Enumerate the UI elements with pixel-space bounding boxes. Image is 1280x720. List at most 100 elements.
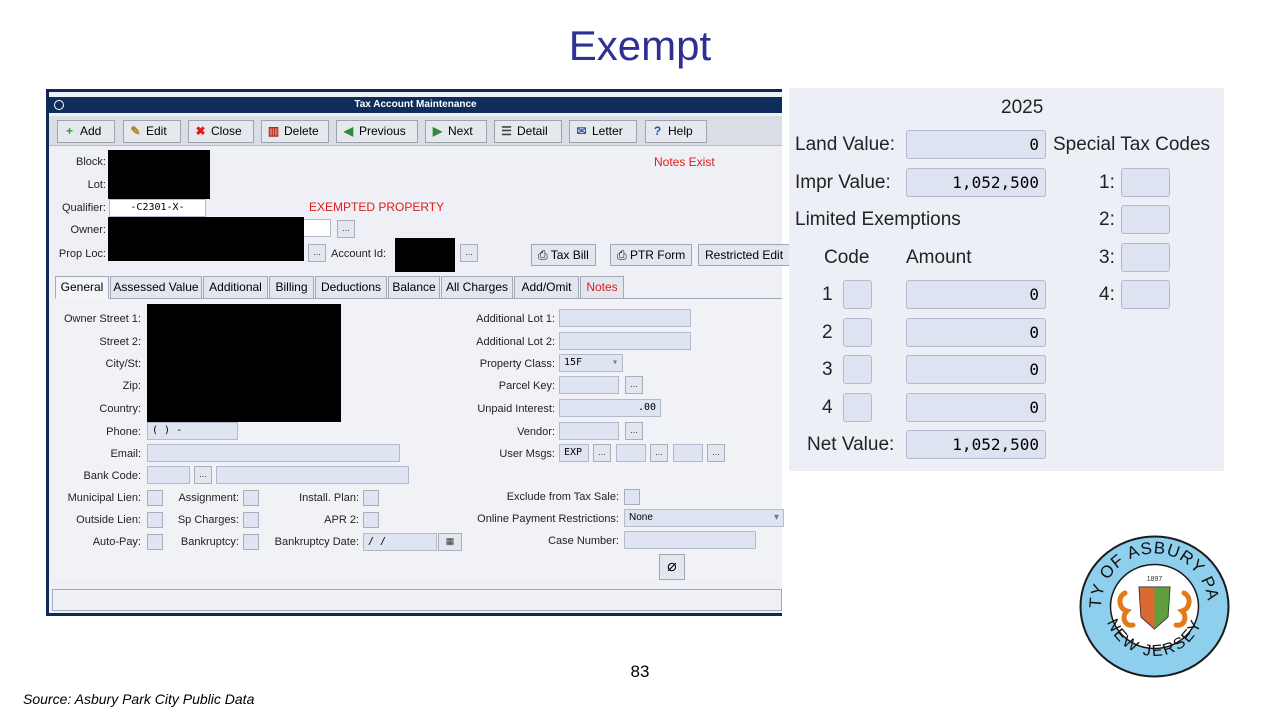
- unpaid-interest-field[interactable]: .00: [559, 399, 661, 417]
- previous-icon: ◀: [343, 124, 354, 138]
- owner-lookup-button[interactable]: ...: [337, 220, 355, 238]
- exclude-tax-sale-label: Exclude from Tax Sale:: [506, 491, 619, 503]
- special-code-3-label: 3:: [1099, 247, 1115, 268]
- vendor-lookup-button[interactable]: ...: [625, 422, 643, 440]
- letter-button[interactable]: ✉ Letter: [569, 120, 637, 143]
- phone-field[interactable]: ( ) -: [147, 422, 238, 440]
- outside-lien-label: Outside Lien:: [76, 514, 141, 526]
- close-icon: ✖: [195, 124, 206, 138]
- tab-balance[interactable]: Balance: [388, 276, 440, 299]
- land-value-label: Land Value:: [795, 134, 896, 155]
- parcel-key-lookup-button[interactable]: ...: [625, 376, 643, 394]
- next-button[interactable]: ▶ Next: [425, 120, 487, 143]
- vendor-label: Vendor:: [517, 426, 555, 438]
- phone-label: Phone:: [106, 426, 141, 438]
- user-msg2-lookup-button[interactable]: ...: [650, 444, 668, 462]
- tax-bill-button[interactable]: ⎙ Tax Bill: [531, 244, 596, 266]
- account-id-label: Account Id:: [331, 248, 387, 260]
- email-label: Email:: [110, 448, 141, 460]
- additional-lot2-field[interactable]: [559, 332, 691, 350]
- case-number-field[interactable]: [624, 531, 756, 549]
- attachment-icon[interactable]: ⌀: [659, 554, 685, 580]
- tab-general[interactable]: General: [55, 276, 109, 299]
- auto-pay-checkbox[interactable]: [147, 534, 163, 550]
- svg-text:1897: 1897: [1147, 576, 1163, 583]
- special-code-2-field[interactable]: [1121, 205, 1170, 234]
- account-id-lookup-button[interactable]: ...: [460, 244, 478, 262]
- street2-label: Street 2:: [99, 336, 141, 348]
- tab-all-charges[interactable]: All Charges: [441, 276, 513, 299]
- bank-code-field[interactable]: [147, 466, 190, 484]
- parcel-key-label: Parcel Key:: [498, 380, 555, 392]
- net-value-field[interactable]: 1,052,500: [906, 430, 1046, 459]
- tax-account-window: Tax Account Maintenance + Add ✎ Edit ✖ Clos…: [46, 89, 791, 616]
- previous-button[interactable]: ◀ Previous: [336, 120, 418, 143]
- property-class-label: Property Class:: [479, 358, 555, 370]
- slide-title: Exempt: [568, 22, 712, 69]
- exemption-code-3-field[interactable]: [843, 355, 872, 384]
- exclude-tax-sale-checkbox[interactable]: [624, 489, 640, 505]
- sp-charges-checkbox[interactable]: [243, 512, 259, 528]
- bank-code-label: Bank Code:: [83, 470, 141, 482]
- detail-button[interactable]: ☰ Detail: [494, 120, 562, 143]
- vendor-field[interactable]: [559, 422, 619, 440]
- qualifier-field[interactable]: -C2301-X-: [109, 199, 206, 217]
- land-value-field[interactable]: 0: [906, 130, 1046, 159]
- redacted-owner-location: [108, 217, 304, 261]
- add-icon: +: [65, 124, 73, 138]
- user-msg1-lookup-button[interactable]: ...: [593, 444, 611, 462]
- bankruptcy-date-label: Bankruptcy Date:: [274, 536, 359, 548]
- bankruptcy-checkbox[interactable]: [243, 534, 259, 550]
- exemption-code-4-field[interactable]: [843, 393, 872, 422]
- notes-exist-flag: Notes Exist: [654, 155, 715, 169]
- exemption-code-1-field[interactable]: [843, 280, 872, 309]
- special-tax-codes-heading: Special Tax Codes: [1053, 134, 1211, 155]
- window-menu-icon[interactable]: [54, 100, 64, 110]
- user-msg1-field[interactable]: EXP: [559, 444, 589, 462]
- municipal-lien-checkbox[interactable]: [147, 490, 163, 506]
- special-code-1-field[interactable]: [1121, 168, 1170, 197]
- user-msgs-label: User Msgs:: [499, 448, 555, 460]
- user-msg3-lookup-button[interactable]: ...: [707, 444, 725, 462]
- case-number-label: Case Number:: [548, 535, 619, 547]
- property-class-select[interactable]: 15F ▾: [559, 354, 623, 372]
- prop-loc-lookup-button[interactable]: ...: [308, 244, 326, 262]
- online-payment-select[interactable]: None ▾: [624, 509, 784, 527]
- tab-additional[interactable]: Additional: [203, 276, 268, 299]
- tab-assessed-value[interactable]: Assessed Value: [110, 276, 202, 299]
- qualifier-label: Qualifier:: [61, 202, 106, 214]
- exemption-amount-3-field[interactable]: 0: [906, 355, 1046, 384]
- parcel-key-field[interactable]: [559, 376, 619, 394]
- exemption-code-2-field[interactable]: [843, 318, 872, 347]
- user-msg2-field[interactable]: [616, 444, 646, 462]
- tab-notes[interactable]: Notes: [580, 276, 624, 299]
- user-msg3-field[interactable]: [673, 444, 703, 462]
- edit-icon: ✎: [130, 124, 141, 138]
- restricted-edit-button[interactable]: Restricted Edit: [698, 244, 791, 266]
- exemption-amount-4-field[interactable]: 0: [906, 393, 1046, 422]
- close-button[interactable]: ✖ Close: [188, 120, 254, 143]
- chevron-down-icon: ▾: [611, 357, 618, 368]
- special-code-4-field[interactable]: [1121, 280, 1170, 309]
- help-button[interactable]: ? Help: [645, 120, 707, 143]
- tab-billing[interactable]: Billing: [269, 276, 314, 299]
- email-field[interactable]: [147, 444, 400, 462]
- bank-code-lookup-button[interactable]: ...: [194, 466, 212, 484]
- add-button[interactable]: + Add: [57, 120, 115, 143]
- exempted-property-flag: EXEMPTED PROPERTY: [309, 200, 445, 214]
- assignment-checkbox[interactable]: [243, 490, 259, 506]
- owner-label: Owner:: [70, 224, 106, 236]
- window-title: Tax Account Maintenance: [354, 99, 477, 110]
- outside-lien-checkbox[interactable]: [147, 512, 163, 528]
- exemption-amount-1-field[interactable]: 0: [906, 280, 1046, 309]
- limited-exemptions-heading: Limited Exemptions: [795, 209, 961, 230]
- edit-button[interactable]: ✎ Edit: [123, 120, 181, 143]
- exemption-amount-2-field[interactable]: 0: [906, 318, 1046, 347]
- additional-lot1-field[interactable]: [559, 309, 691, 327]
- tab-add-omit[interactable]: Add/Omit: [514, 276, 579, 299]
- delete-button[interactable]: ▥ Delete: [261, 120, 329, 143]
- tab-deductions[interactable]: Deductions: [315, 276, 387, 299]
- special-code-3-field[interactable]: [1121, 243, 1170, 272]
- ptr-form-button[interactable]: ⎙ PTR Form: [610, 244, 693, 266]
- impr-value-field[interactable]: 1,052,500: [906, 168, 1046, 197]
